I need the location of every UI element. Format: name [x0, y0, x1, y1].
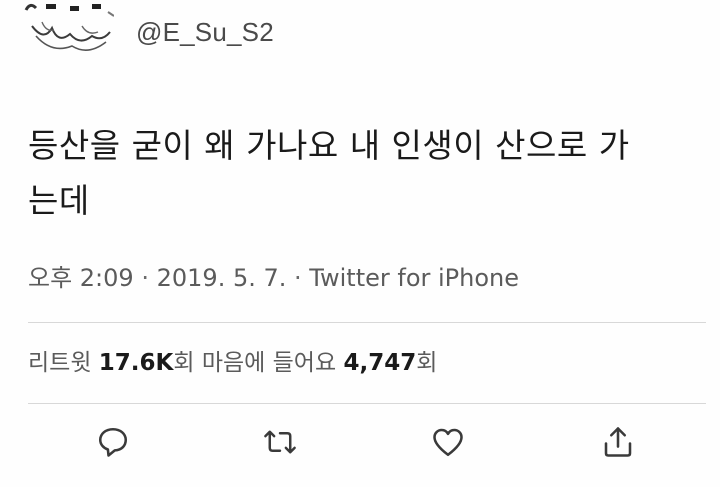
- share-button[interactable]: [596, 420, 640, 464]
- divider: [28, 403, 706, 404]
- tweet-text: 등산을 굳이 왜 가나요 내 인생이 산으로 가 는데: [28, 118, 693, 228]
- retweets-stat[interactable]: 리트윗 17.6K회: [28, 350, 202, 376]
- tweet-actions: [0, 420, 720, 470]
- share-icon: [604, 427, 632, 457]
- tweet-time: 오후 2:09: [28, 264, 134, 292]
- tweet-header: @E_Su_S2: [0, 0, 720, 76]
- tweet-card: @E_Su_S2 등산을 굳이 왜 가나요 내 인생이 산으로 가 는데 오후 …: [0, 0, 720, 487]
- likes-stat[interactable]: 마음에 들어요 4,747회: [202, 350, 438, 376]
- likes-count: 4,747: [343, 350, 417, 376]
- avatar[interactable]: [22, 0, 115, 68]
- meta-separator: ·: [141, 264, 149, 292]
- tweet-source[interactable]: Twitter for iPhone: [309, 264, 519, 292]
- retweets-label: 리트윗: [28, 350, 92, 376]
- tweet-date: 2019. 5. 7.: [156, 264, 287, 292]
- likes-label: 마음에 들어요: [201, 350, 337, 376]
- reply-button[interactable]: [91, 420, 135, 464]
- retweets-count: 17.6K: [98, 350, 174, 376]
- divider: [28, 322, 706, 323]
- tweet-metadata: 오후 2:09 · 2019. 5. 7. · Twitter for iPho…: [28, 258, 519, 293]
- tweet-text-line: 는데: [28, 181, 90, 220]
- retweet-button[interactable]: [258, 420, 302, 464]
- like-button[interactable]: [426, 420, 470, 464]
- tweet-stats: 리트윗 17.6K회 마음에 들어요 4,747회: [28, 343, 437, 377]
- heart-icon: [433, 428, 463, 457]
- meta-separator: ·: [294, 264, 302, 292]
- reply-icon: [98, 427, 128, 457]
- retweet-icon: [264, 430, 296, 454]
- likes-suffix: 회: [416, 350, 438, 376]
- avatar-image: [24, 3, 115, 51]
- tweet-text-line: 등산을 굳이 왜 가나요 내 인생이 산으로 가: [28, 126, 630, 165]
- user-handle[interactable]: @E_Su_S2: [136, 17, 274, 48]
- retweets-suffix: 회: [173, 350, 195, 376]
